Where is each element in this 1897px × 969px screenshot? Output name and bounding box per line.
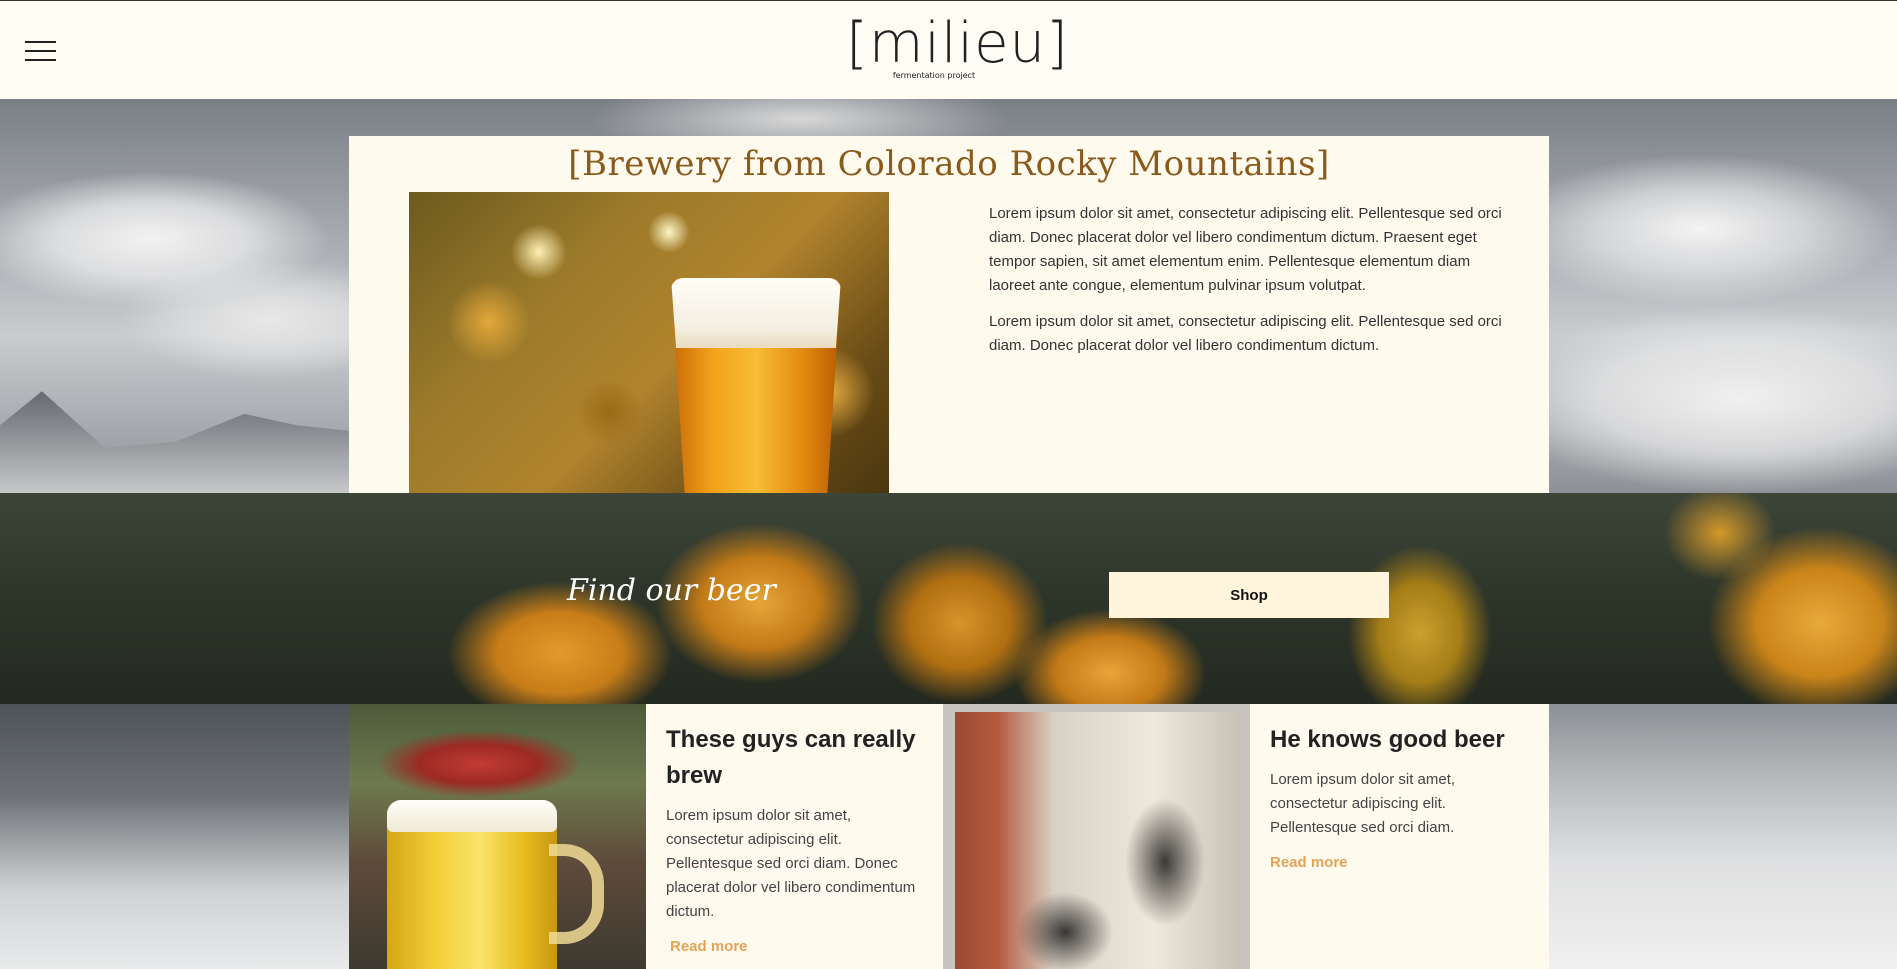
intro-title: [Brewery from Colorado Rocky Mountains]: [568, 144, 1330, 184]
mug-foam: [387, 800, 557, 832]
tile-heading: He knows good beer: [1270, 726, 1505, 753]
beer-foam: [671, 278, 841, 348]
snow-field-image: [1549, 704, 1897, 969]
mug-handle: [549, 844, 604, 944]
menu-bar: [25, 41, 56, 43]
intro-text: Lorem ipsum dolor sit amet, consectetur …: [989, 202, 1509, 370]
site-header: [milieu] fermentation project: [0, 0, 1897, 99]
tile-body: Lorem ipsum dolor sit amet, consectetur …: [1270, 771, 1456, 836]
tile-text: He knows good beer Lorem ipsum dolor sit…: [1270, 722, 1530, 871]
hamburger-menu-icon[interactable]: [25, 41, 56, 61]
beer-mug-photo: [349, 704, 646, 969]
intro-paragraph: Lorem ipsum dolor sit amet, consectetur …: [989, 205, 1502, 294]
intro-paragraph: Lorem ipsum dolor sit amet, consectetur …: [989, 313, 1502, 354]
site-logo[interactable]: [milieu] fermentation project: [846, 11, 1069, 85]
brewer-photo-print: [955, 712, 1238, 969]
tile-body: Lorem ipsum dolor sit amet, consectetur …: [666, 807, 916, 920]
snowy-mountain-image: [0, 704, 349, 969]
logo-wordmark: [milieu]: [846, 11, 1069, 76]
feature-tile: These guys can really brew Lorem ipsum d…: [349, 704, 943, 969]
tile-text: These guys can really brew Lorem ipsum d…: [666, 722, 926, 955]
find-beer-band: Find our beer Shop: [0, 493, 1897, 704]
feature-tile: He knows good beer Lorem ipsum dolor sit…: [943, 704, 1549, 969]
menu-bar: [25, 50, 56, 52]
read-more-link[interactable]: Read more: [1270, 854, 1348, 871]
find-beer-tagline: Find our beer: [567, 573, 776, 608]
tile-heading: These guys can really brew: [666, 726, 916, 789]
intro-card: [Brewery from Colorado Rocky Mountains] …: [349, 136, 1549, 493]
read-more-link[interactable]: Read more: [670, 938, 748, 955]
shop-button[interactable]: Shop: [1109, 572, 1389, 618]
brewer-photo: [943, 704, 1250, 969]
beer-glass-photo: [409, 192, 889, 493]
menu-bar: [25, 59, 56, 61]
logo-tagline: fermentation project: [892, 71, 976, 80]
